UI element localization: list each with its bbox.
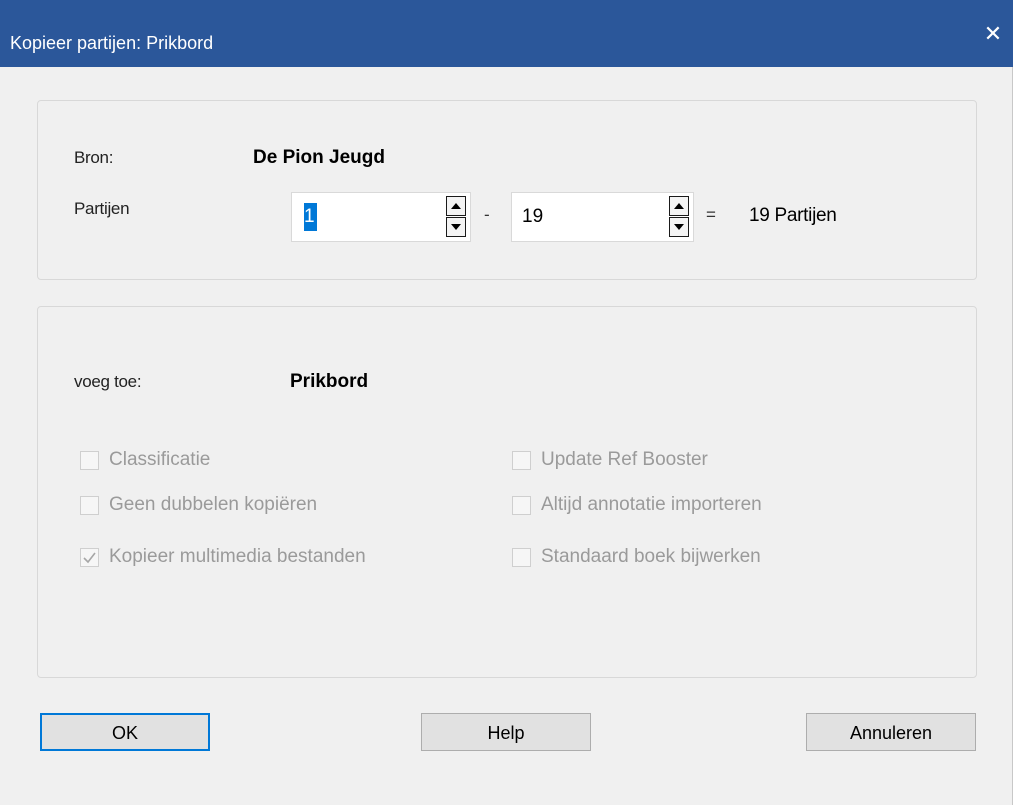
checkbox-box: [512, 547, 531, 567]
to-input[interactable]: [522, 203, 622, 231]
checkbox-label: Standaard boek bijwerken: [541, 546, 761, 567]
to-increment-button[interactable]: [669, 196, 689, 216]
geen-dubbelen-checkbox[interactable]: Geen dubbelen kopiëren: [80, 490, 317, 520]
to-spinbox: [511, 192, 694, 242]
target-group: voeg toe: Prikbord Classificatie Geen du…: [37, 306, 977, 678]
checkbox-label: Kopieer multimedia bestanden: [109, 546, 366, 567]
equals-sign: =: [706, 205, 716, 224]
help-button[interactable]: Help: [421, 713, 591, 751]
from-spinbox: [291, 192, 471, 242]
checkbox-label: Update Ref Booster: [541, 449, 708, 470]
kopieer-multimedia-checkbox[interactable]: Kopieer multimedia bestanden: [80, 542, 366, 572]
from-increment-button[interactable]: [446, 196, 466, 216]
ok-button[interactable]: OK: [40, 713, 210, 751]
altijd-annotatie-checkbox[interactable]: Altijd annotatie importeren: [512, 490, 762, 520]
checkbox-label: Classificatie: [109, 449, 211, 470]
partijen-label: Partijen: [74, 199, 130, 218]
voeg-toe-value: Prikbord: [290, 371, 369, 392]
checkbox-box: [512, 450, 531, 470]
triangle-down-icon: [451, 224, 461, 230]
from-decrement-button[interactable]: [446, 217, 466, 237]
from-input[interactable]: [304, 203, 404, 231]
cancel-button[interactable]: Annuleren: [806, 713, 976, 751]
close-icon[interactable]: ✕: [981, 22, 1005, 46]
checkbox-box: [512, 495, 531, 515]
checkbox-label: Geen dubbelen kopiëren: [109, 494, 318, 515]
bron-value: De Pion Jeugd: [253, 147, 385, 168]
checkbox-box: [80, 495, 99, 515]
checkbox-box: [80, 450, 99, 470]
from-spin-arrows: [446, 196, 466, 238]
source-group: Bron: De Pion Jeugd Partijen -: [37, 100, 977, 280]
update-ref-booster-checkbox[interactable]: Update Ref Booster: [512, 445, 708, 475]
checkbox-label: Altijd annotatie importeren: [541, 494, 762, 515]
title-bar: Kopieer partijen: Prikbord ✕: [0, 0, 1013, 67]
standaard-boek-checkbox[interactable]: Standaard boek bijwerken: [512, 542, 761, 572]
to-spin-arrows: [669, 196, 689, 238]
triangle-up-icon: [674, 203, 684, 209]
triangle-down-icon: [674, 224, 684, 230]
checkbox-box: [80, 547, 99, 567]
classificatie-checkbox[interactable]: Classificatie: [80, 445, 210, 475]
triangle-up-icon: [451, 203, 461, 209]
range-separator: -: [484, 205, 490, 224]
partijen-count: 19 Partijen: [749, 205, 837, 226]
voeg-toe-label: voeg toe:: [74, 372, 142, 391]
dialog-window: Kopieer partijen: Prikbord ✕ Bron: De Pi…: [0, 0, 1013, 805]
to-decrement-button[interactable]: [669, 217, 689, 237]
window-title: Kopieer partijen: Prikbord: [10, 33, 214, 53]
checkmark-icon: [83, 552, 96, 563]
bron-label: Bron:: [74, 148, 114, 167]
